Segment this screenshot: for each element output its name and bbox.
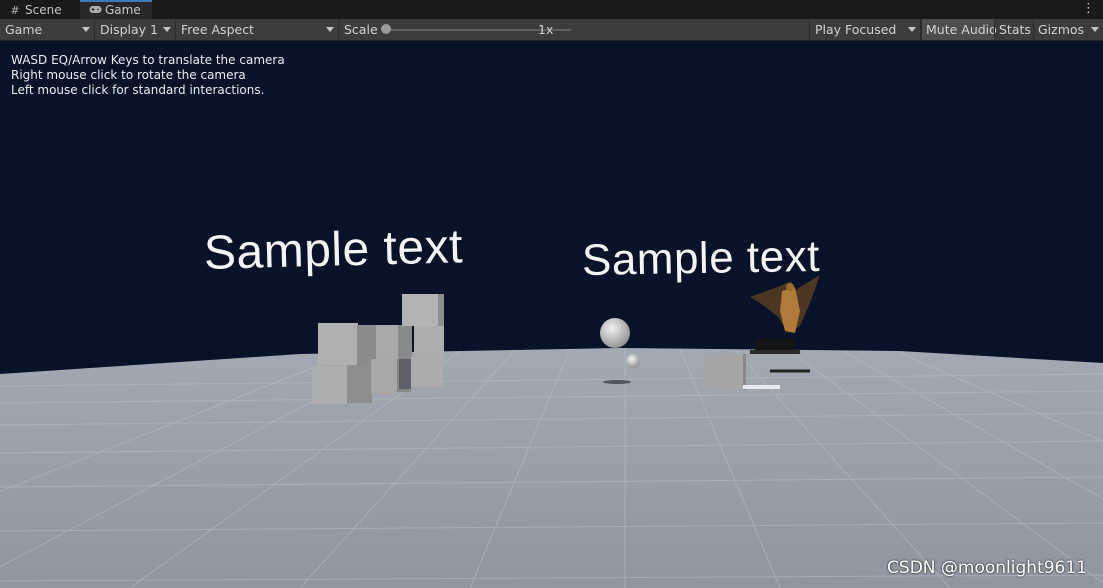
play-mode-dropdown[interactable]: Play Focused bbox=[809, 19, 921, 40]
chevron-down-icon bbox=[908, 27, 916, 32]
white-tile bbox=[743, 385, 780, 389]
help-overlay: WASD EQ/Arrow Keys to translate the came… bbox=[11, 53, 285, 98]
help-line: Left mouse click for standard interactio… bbox=[11, 83, 265, 97]
tab-scene[interactable]: # Scene bbox=[0, 0, 80, 19]
display-dropdown[interactable]: Display 1 bbox=[95, 19, 176, 40]
single-cube bbox=[705, 354, 743, 390]
view-type-value: Game bbox=[5, 22, 43, 37]
sphere-shadow bbox=[603, 380, 631, 384]
aspect-value: Free Aspect bbox=[181, 22, 254, 37]
help-line: WASD EQ/Arrow Keys to translate the came… bbox=[11, 53, 285, 67]
watermark: CSDN @moonlight9611 bbox=[887, 558, 1087, 578]
editor-tab-bar: # Scene Game ⋮ bbox=[0, 0, 1103, 20]
chevron-down-icon bbox=[326, 27, 334, 32]
display-value: Display 1 bbox=[100, 22, 159, 37]
aspect-dropdown[interactable]: Free Aspect bbox=[176, 19, 339, 40]
chevron-down-icon bbox=[163, 27, 171, 32]
scale-value: 1x bbox=[538, 22, 554, 37]
scale-slider-handle[interactable] bbox=[381, 24, 391, 34]
scale-label: Scale bbox=[344, 22, 378, 37]
play-mode-value: Play Focused bbox=[815, 22, 897, 37]
tab-scene-label: Scene bbox=[25, 3, 62, 17]
chevron-down-icon bbox=[82, 27, 90, 32]
scene-render bbox=[0, 275, 1103, 588]
game-viewport[interactable]: WASD EQ/Arrow Keys to translate the came… bbox=[0, 41, 1103, 588]
stats-button[interactable]: Stats bbox=[994, 19, 1033, 40]
gizmos-button[interactable]: Gizmos bbox=[1033, 19, 1086, 40]
tab-game[interactable]: Game bbox=[80, 0, 152, 19]
world-sample-text-right: Sample text bbox=[581, 231, 821, 285]
more-options-icon[interactable]: ⋮ bbox=[1082, 2, 1095, 16]
grid-icon: # bbox=[10, 4, 20, 17]
gamepad-icon bbox=[88, 2, 102, 19]
mute-audio-button[interactable]: Mute Audio bbox=[921, 19, 997, 40]
tab-game-label: Game bbox=[105, 3, 141, 17]
sphere-small bbox=[626, 354, 640, 368]
chevron-down-icon bbox=[1091, 27, 1099, 32]
game-view-toolbar: Game Display 1 Free Aspect Scale 1x Play… bbox=[0, 19, 1103, 41]
help-line: Right mouse click to rotate the camera bbox=[11, 68, 246, 82]
world-sample-text-left: Sample text bbox=[203, 220, 464, 280]
sphere-large bbox=[600, 318, 630, 348]
scale-control: Scale 1x bbox=[339, 19, 809, 40]
view-type-dropdown[interactable]: Game bbox=[0, 19, 95, 40]
gizmos-options-dropdown[interactable] bbox=[1086, 19, 1103, 40]
